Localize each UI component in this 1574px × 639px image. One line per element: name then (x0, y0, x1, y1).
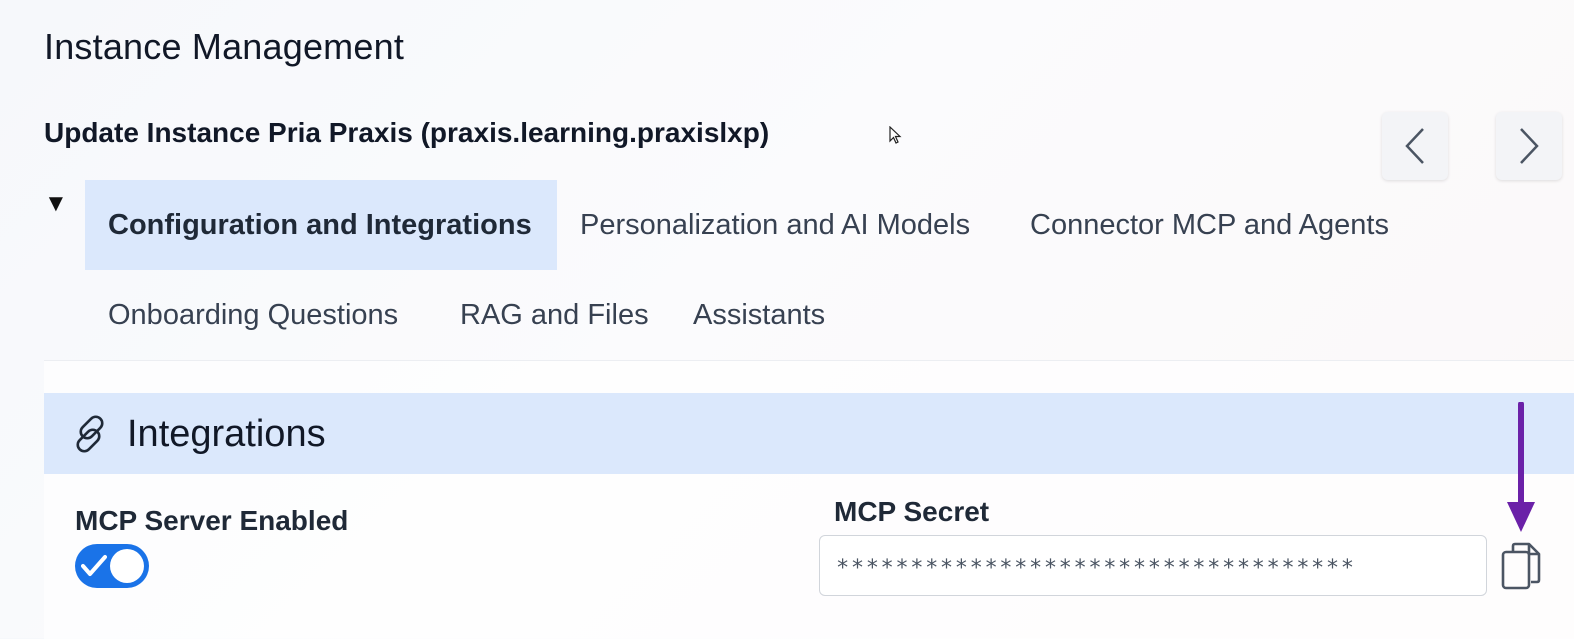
page-title: Instance Management (44, 26, 405, 67)
tab-assistants[interactable]: Assistants (670, 270, 848, 360)
mcp-server-enabled-label: MCP Server Enabled (75, 505, 349, 536)
chevron-left-icon (1405, 128, 1424, 164)
copy-icon[interactable] (1499, 542, 1543, 590)
instance-subtitle: Update Instance Pria Praxis (praxis.lear… (44, 117, 770, 148)
mcp-secret-input[interactable]: *********************************** (819, 535, 1487, 596)
section-title: Integrations (127, 413, 326, 455)
tab-configuration-and-integrations[interactable]: Configuration and Integrations (85, 180, 557, 270)
toggle-knob (110, 549, 144, 583)
next-button[interactable] (1496, 112, 1562, 180)
tab-onboarding-questions[interactable]: Onboarding Questions (85, 270, 421, 360)
annotation-arrow-icon (1507, 402, 1535, 532)
mcp-server-enabled-toggle[interactable] (75, 544, 149, 588)
link-icon (76, 415, 104, 453)
check-icon (81, 555, 107, 576)
previous-button[interactable] (1382, 112, 1448, 180)
tab-connector-mcp-and-agents[interactable]: Connector MCP and Agents (1007, 180, 1412, 270)
tab-rag-and-files[interactable]: RAG and Files (437, 270, 672, 360)
mouse-cursor-icon (889, 126, 902, 144)
tab-personalization-and-ai-models[interactable]: Personalization and AI Models (557, 180, 993, 270)
mcp-secret-label: MCP Secret (834, 496, 990, 527)
chevron-right-icon (1520, 128, 1539, 164)
collapse-toggle-icon[interactable]: ▼ (44, 192, 68, 216)
